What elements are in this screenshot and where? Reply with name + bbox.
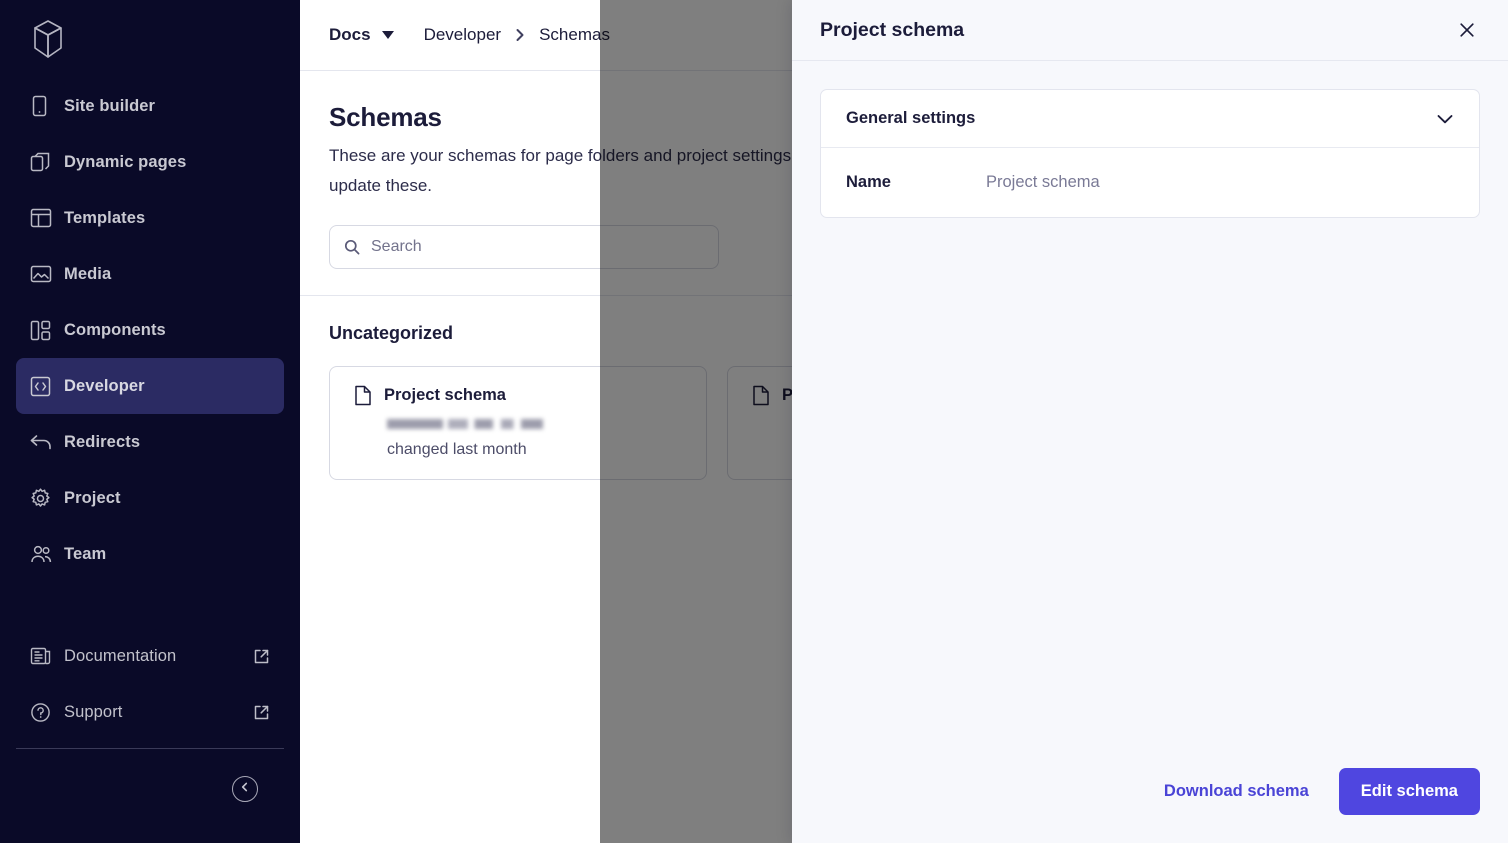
card-meta: changed last month xyxy=(387,441,682,459)
edit-schema-button[interactable]: Edit schema xyxy=(1339,768,1480,815)
sidebar-item-label: Redirects xyxy=(64,433,140,452)
panel-title: Project schema xyxy=(820,19,964,42)
image-icon xyxy=(30,264,64,284)
mobile-icon xyxy=(30,95,64,117)
external-link-icon xyxy=(253,704,270,721)
sidebar-collapse-row xyxy=(16,749,284,829)
collapse-sidebar-button[interactable] xyxy=(232,776,258,802)
setting-row-name: Name Project schema xyxy=(821,148,1479,217)
sidebar-item-label: Documentation xyxy=(64,647,176,666)
search-input[interactable] xyxy=(371,238,704,256)
sidebar-spacer xyxy=(16,582,284,628)
sidebar-item-label: Team xyxy=(64,545,106,564)
setting-label: Name xyxy=(846,173,986,192)
sidebar-item-label: Site builder xyxy=(64,97,155,116)
breadcrumb-item-developer[interactable]: Developer xyxy=(424,25,502,45)
schema-card-project-schema[interactable]: Project schema changed last month xyxy=(329,366,707,480)
book-icon xyxy=(30,646,64,666)
sidebar-item-label: Components xyxy=(64,321,166,340)
components-icon xyxy=(30,320,64,341)
people-icon xyxy=(30,544,64,564)
sidebar-item-redirects[interactable]: Redirects xyxy=(16,414,284,470)
copy-stack-icon xyxy=(30,151,64,173)
sidebar-item-support[interactable]: Support xyxy=(16,684,284,740)
sidebar-item-label: Developer xyxy=(64,377,145,396)
external-link-icon xyxy=(253,648,270,665)
sidebar-secondary-nav: Documentation Suppo xyxy=(16,628,284,740)
sidebar-item-templates[interactable]: Templates xyxy=(16,190,284,246)
breadcrumb-dropdown-caret-icon[interactable] xyxy=(382,31,394,39)
chevron-left-icon xyxy=(239,780,251,798)
search-icon xyxy=(344,239,360,255)
sidebar-item-developer[interactable]: Developer xyxy=(16,358,284,414)
sidebar-item-label: Support xyxy=(64,703,123,722)
sidebar-item-label: Project xyxy=(64,489,121,508)
app-logo[interactable] xyxy=(16,0,284,78)
document-icon xyxy=(752,385,770,406)
breadcrumb-root[interactable]: Docs xyxy=(329,25,371,45)
panel-footer: Download schema Edit schema xyxy=(792,768,1508,843)
search-box[interactable] xyxy=(329,225,719,269)
code-icon xyxy=(30,376,64,397)
schema-detail-panel: Project schema General settings xyxy=(792,0,1508,843)
app-root: Site builder Dynamic pages xyxy=(0,0,1508,843)
chevron-right-icon xyxy=(515,28,525,42)
sidebar-item-media[interactable]: Media xyxy=(16,246,284,302)
arrow-back-icon xyxy=(30,432,64,452)
sidebar-item-components[interactable]: Components xyxy=(16,302,284,358)
sidebar-item-team[interactable]: Team xyxy=(16,526,284,582)
sidebar-item-label: Templates xyxy=(64,209,145,228)
breadcrumb-item-schemas[interactable]: Schemas xyxy=(539,25,610,45)
download-schema-button[interactable]: Download schema xyxy=(1146,770,1327,813)
cube-logo-icon xyxy=(28,17,68,61)
sidebar-item-documentation[interactable]: Documentation xyxy=(16,628,284,684)
card-header: Project schema xyxy=(354,385,682,406)
general-settings-toggle[interactable]: General settings xyxy=(821,90,1479,148)
sidebar-item-label: Media xyxy=(64,265,111,284)
question-circle-icon xyxy=(30,702,64,723)
card-title: Project schema xyxy=(384,386,506,405)
section-heading: General settings xyxy=(846,109,975,128)
sidebar: Site builder Dynamic pages xyxy=(0,0,300,843)
setting-value: Project schema xyxy=(986,173,1100,192)
sidebar-item-project[interactable]: Project xyxy=(16,470,284,526)
general-settings-section: General settings Name Project schema xyxy=(820,89,1480,218)
panel-header: Project schema xyxy=(792,0,1508,61)
chevron-down-icon[interactable] xyxy=(1436,113,1454,125)
sidebar-item-site-builder[interactable]: Site builder xyxy=(16,78,284,134)
gear-icon xyxy=(30,488,64,509)
card-redacted-text xyxy=(387,419,543,429)
sidebar-item-dynamic-pages[interactable]: Dynamic pages xyxy=(16,134,284,190)
layout-icon xyxy=(30,208,64,228)
panel-body: General settings Name Project schema xyxy=(792,61,1508,768)
sidebar-item-label: Dynamic pages xyxy=(64,153,186,172)
close-icon[interactable] xyxy=(1454,17,1480,43)
document-icon xyxy=(354,385,372,406)
sidebar-primary-nav: Site builder Dynamic pages xyxy=(16,78,284,582)
